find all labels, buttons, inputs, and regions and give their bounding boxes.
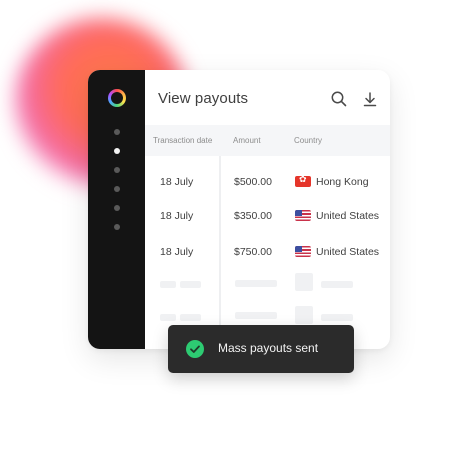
- transaction-date: 18 July: [160, 246, 194, 258]
- sidebar-item-3[interactable]: [114, 167, 120, 173]
- us-flag-icon: [295, 246, 311, 257]
- table-row[interactable]: 18 July $500.00 Hong Kong: [145, 167, 390, 197]
- transaction-date: 18 July: [160, 176, 194, 188]
- panel-header: View payouts: [145, 70, 390, 125]
- column-header-amount[interactable]: Amount: [233, 136, 261, 145]
- amount: $500.00: [234, 176, 272, 188]
- toast-message: Mass payouts sent: [218, 341, 319, 355]
- success-toast: Mass payouts sent: [168, 325, 354, 373]
- column-header-country[interactable]: Country: [294, 136, 322, 145]
- transaction-date: 18 July: [160, 210, 194, 222]
- table-row[interactable]: 18 July $350.00 United States: [145, 201, 390, 231]
- country: United States: [316, 210, 380, 222]
- check-circle-icon: [186, 340, 204, 358]
- country: Hong Kong: [316, 176, 369, 188]
- sidebar: [88, 70, 145, 349]
- table-row[interactable]: 18 July $750.00 United States: [145, 237, 390, 267]
- download-icon[interactable]: [361, 90, 379, 108]
- sidebar-item-4[interactable]: [114, 186, 120, 192]
- country: United States: [316, 246, 380, 258]
- page-title: View payouts: [158, 90, 249, 107]
- table-header: Transaction date Amount Country: [145, 125, 390, 156]
- sidebar-item-2-active[interactable]: [114, 148, 120, 154]
- payouts-window: View payouts Transaction date Amount Cou…: [88, 70, 390, 349]
- main-panel: View payouts Transaction date Amount Cou…: [145, 70, 390, 349]
- amount: $750.00: [234, 246, 272, 258]
- column-header-transaction-date[interactable]: Transaction date: [153, 136, 212, 145]
- sidebar-item-5[interactable]: [114, 205, 120, 211]
- search-icon[interactable]: [330, 90, 348, 108]
- sidebar-item-6[interactable]: [114, 224, 120, 230]
- sidebar-item-1[interactable]: [114, 129, 120, 135]
- sidebar-nav: [88, 70, 145, 349]
- amount: $350.00: [234, 210, 272, 222]
- hk-flag-icon: [295, 176, 311, 187]
- us-flag-icon: [295, 210, 311, 221]
